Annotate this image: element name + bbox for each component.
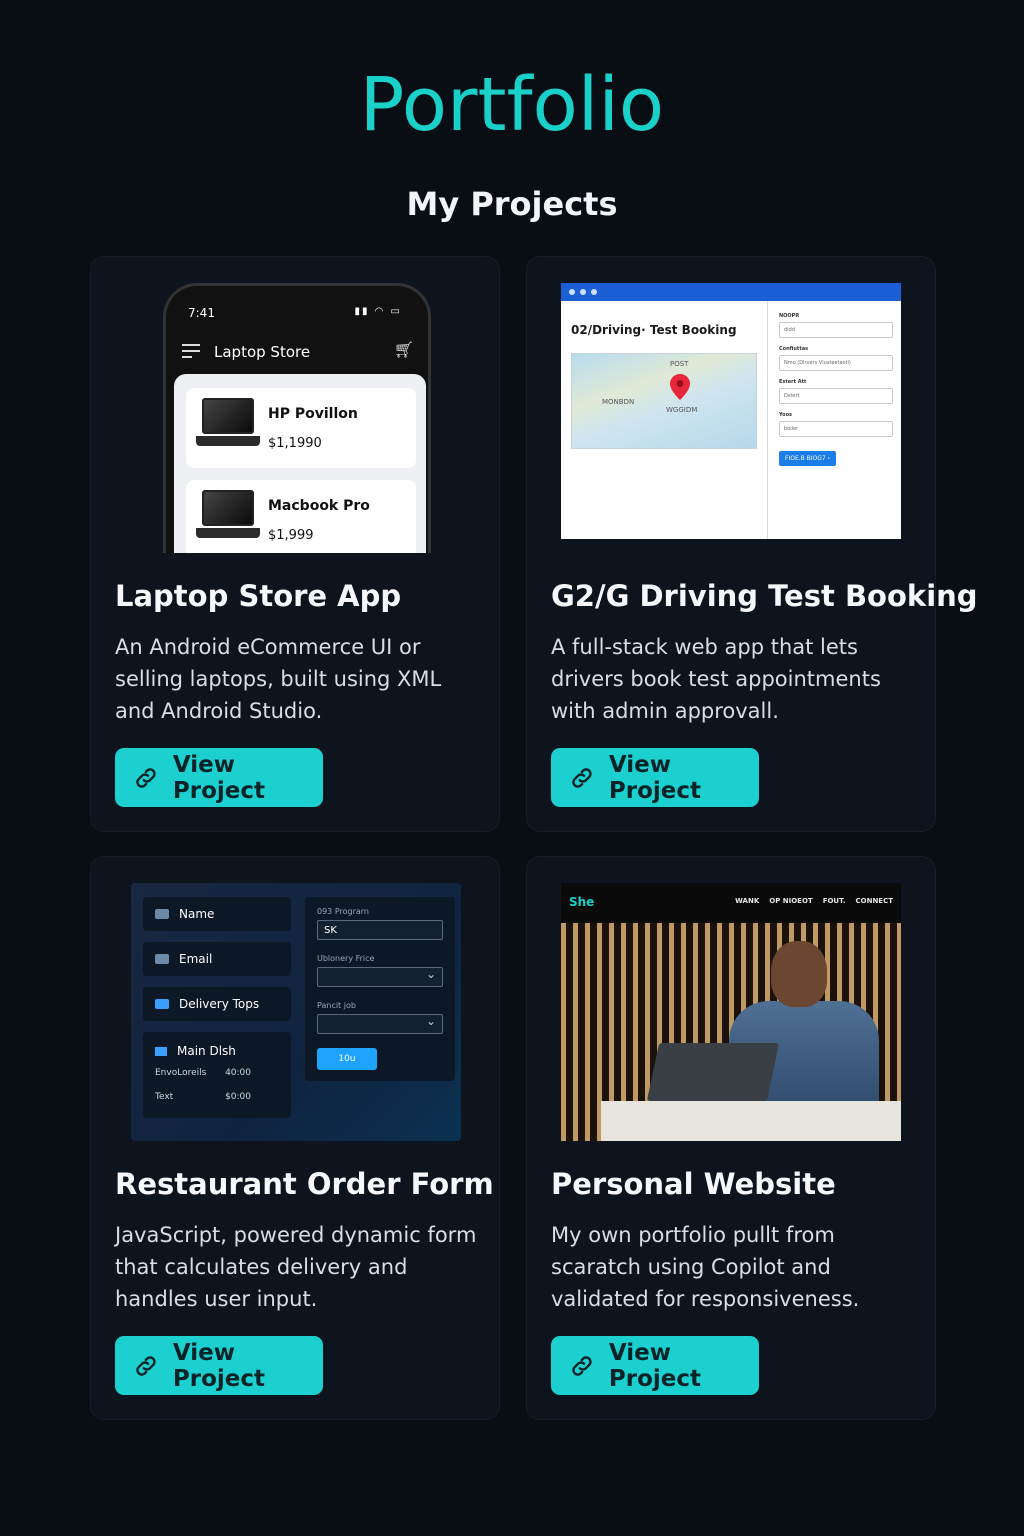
project-title: Laptop Store App xyxy=(115,579,402,613)
product-item: Macbook Pro $1,999 xyxy=(186,480,416,553)
laptop-image xyxy=(196,398,260,454)
cart-icon: 🛒︎ xyxy=(393,340,414,359)
view-project-label: View Project xyxy=(172,751,266,804)
project-preview-form: Name Email Delivery Tops Main Dlsh EnvoL… xyxy=(131,883,461,1141)
text-input: SK xyxy=(317,920,443,940)
project-description: A full-stack web app that lets drivers b… xyxy=(551,635,881,723)
site-logo: She xyxy=(569,895,595,909)
project-card-personal-website: She WANK OP NIOEOT FOUT. CONNECT Persona… xyxy=(526,856,936,1420)
project-preview-website: She WANK OP NIOEOT FOUT. CONNECT xyxy=(561,883,901,1141)
project-title: G2/G Driving Test Booking xyxy=(551,579,978,613)
input-label: Ublonery Frice xyxy=(317,954,375,963)
section-title: My Projects xyxy=(406,185,618,223)
mail-icon xyxy=(155,954,169,964)
select-input xyxy=(317,967,443,987)
view-project-label: View Project xyxy=(608,751,702,804)
price-row: EnvoLoreils 40:00 xyxy=(155,1068,251,1078)
input-label: 093 Prograrn xyxy=(317,907,369,916)
menu-icon xyxy=(182,344,200,362)
product-name: HP Povillon xyxy=(268,406,358,422)
page-title: Portfolio xyxy=(359,62,665,148)
laptop-image xyxy=(196,490,260,546)
flag-icon xyxy=(155,1046,167,1056)
link-icon xyxy=(136,1355,156,1376)
project-preview-phone: 7:41 ▮▮ ◠ ▭ Laptop Store 🛒︎ HP Povillon … xyxy=(163,283,431,553)
map-label: MONBDN xyxy=(602,398,635,406)
link-icon xyxy=(136,767,156,788)
project-card-restaurant-form: Name Email Delivery Tops Main Dlsh EnvoL… xyxy=(90,856,500,1420)
preview-submit-button: 10u xyxy=(317,1048,377,1070)
project-card-laptop-store: 7:41 ▮▮ ◠ ▭ Laptop Store 🛒︎ HP Povillon … xyxy=(90,256,500,832)
hero-photo-laptop xyxy=(646,1043,780,1101)
site-nav-links: WANK OP NIOEOT FOUT. CONNECT xyxy=(735,897,893,905)
phone-app-title: Laptop Store xyxy=(214,343,311,361)
map: POST MONBDN WGGIDM xyxy=(571,353,757,449)
view-project-button[interactable]: View Project xyxy=(551,748,759,807)
product-list: HP Povillon $1,1990 Macbook Pro $1,999 xyxy=(174,374,426,553)
preview-page-title: 02/Driving· Test Booking xyxy=(571,323,737,337)
list-icon xyxy=(155,999,169,1009)
view-project-button[interactable]: View Project xyxy=(115,748,323,807)
link-icon xyxy=(572,767,592,788)
map-label: WGGIDM xyxy=(666,406,698,414)
form-label: Estert Att xyxy=(779,379,807,385)
project-title: Personal Website xyxy=(551,1167,836,1201)
project-preview-browser: 02/Driving· Test Booking POST MONBDN WGG… xyxy=(561,283,901,539)
form-field: Nmo (Dlrvers Vlusteetaoti) xyxy=(779,355,893,371)
hero-photo-desk xyxy=(601,1101,901,1141)
divider xyxy=(767,301,768,539)
form-sections: Name Email Delivery Tops Main Dlsh EnvoL… xyxy=(143,897,291,1118)
view-project-label: View Project xyxy=(608,1339,702,1392)
view-project-button[interactable]: View Project xyxy=(551,1336,759,1395)
link-icon xyxy=(572,1355,592,1376)
site-nav: She WANK OP NIOEOT FOUT. CONNECT xyxy=(561,883,901,923)
map-pin-icon xyxy=(670,374,690,400)
text-icon xyxy=(155,909,169,919)
project-title: Restaurant Order Form xyxy=(115,1167,494,1201)
preview-submit-button: FIOE.B BIOG7 › xyxy=(779,451,837,466)
price-row: Text $0:00 xyxy=(155,1092,251,1102)
input-label: Pancit job xyxy=(317,1001,356,1010)
signal-icon: ▮▮ ◠ ▭ xyxy=(354,306,402,317)
phone-time: 7:41 xyxy=(188,306,215,320)
product-name: Macbook Pro xyxy=(268,498,370,514)
form-select: Dstert xyxy=(779,388,893,404)
form-section-delivery: Delivery Tops xyxy=(143,987,291,1021)
project-card-driving-test: 02/Driving· Test Booking POST MONBDN WGG… xyxy=(526,256,978,832)
hero-photo-head xyxy=(771,941,827,1007)
form-section-name: Name xyxy=(143,897,291,931)
form-field: didd xyxy=(779,322,893,338)
phone-app-bar: Laptop Store 🛒︎ xyxy=(166,334,428,374)
project-description: An Android eCommerce UI or selling lapto… xyxy=(115,635,442,723)
form-label: Yoos xyxy=(779,412,793,418)
product-price: $1,999 xyxy=(268,528,314,543)
booking-form: NOOPR didd Confiuttas Nmo (Dlrvers Vlust… xyxy=(779,313,893,466)
form-section-email: Email xyxy=(143,942,291,976)
form-label: NOOPR xyxy=(779,313,800,319)
product-item: HP Povillon $1,1990 xyxy=(186,388,416,468)
form-inputs: 093 Prograrn SK Ublonery Frice Pancit jo… xyxy=(305,897,455,1081)
map-label: POST xyxy=(670,360,689,368)
project-description: My own portfolio pullt from scaratch usi… xyxy=(551,1223,860,1311)
form-label: Confiuttas xyxy=(779,346,809,352)
view-project-button[interactable]: View Project xyxy=(115,1336,323,1395)
browser-bar xyxy=(561,283,901,301)
product-price: $1,1990 xyxy=(268,436,322,451)
select-input xyxy=(317,1014,443,1034)
form-field: boiler xyxy=(779,421,893,437)
view-project-label: View Project xyxy=(172,1339,266,1392)
form-section-main-dish: Main Dlsh EnvoLoreils 40:00 Text $0:00 xyxy=(143,1032,291,1118)
project-description: JavaScript, powered dynamic form that ca… xyxy=(115,1223,477,1311)
